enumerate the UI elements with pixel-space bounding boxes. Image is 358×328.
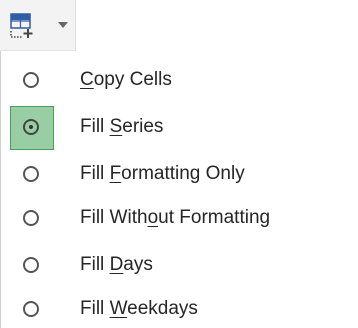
radio-fill-weekdays[interactable] <box>10 288 54 328</box>
chevron-down-icon[interactable] <box>58 22 68 28</box>
radio-fill-without-formatting[interactable] <box>10 197 54 241</box>
radio-ring-icon <box>23 72 39 88</box>
autofill-options-popup: Copy Cells Fill Series Fill Formatting O… <box>0 0 358 328</box>
menu-item-label: Fill Weekdays <box>80 298 198 319</box>
radio-copy-cells[interactable] <box>10 59 54 103</box>
menu-item-fill-days[interactable]: Fill Days <box>10 244 340 288</box>
radio-ring-icon <box>23 166 39 182</box>
autofill-options-icon <box>10 13 33 38</box>
radio-ring-icon <box>23 119 39 135</box>
menu-item-label: Fill Days <box>80 254 153 275</box>
radio-fill-days[interactable] <box>10 244 54 288</box>
menu-item-fill-without-formatting[interactable]: Fill Without Formatting <box>10 197 340 241</box>
menu-item-label: Fill Series <box>80 116 164 137</box>
menu-item-fill-series[interactable]: Fill Series <box>10 106 340 150</box>
radio-ring-icon <box>23 210 39 226</box>
radio-fill-formatting-only[interactable] <box>10 153 54 197</box>
radio-selected-dot-icon <box>29 125 33 129</box>
menu-item-fill-formatting-only[interactable]: Fill Formatting Only <box>10 153 340 197</box>
autofill-options-menu: Copy Cells Fill Series Fill Formatting O… <box>0 51 358 328</box>
radio-ring-icon <box>23 257 39 273</box>
menu-item-label: Copy Cells <box>80 69 172 90</box>
radio-fill-series[interactable] <box>10 106 54 150</box>
radio-ring-icon <box>23 301 39 317</box>
menu-item-label: Fill Formatting Only <box>80 163 245 184</box>
autofill-options-button[interactable] <box>0 0 76 51</box>
menu-item-fill-weekdays[interactable]: Fill Weekdays <box>10 288 340 328</box>
menu-item-copy-cells[interactable]: Copy Cells <box>10 59 340 103</box>
menu-item-label: Fill Without Formatting <box>80 207 271 228</box>
